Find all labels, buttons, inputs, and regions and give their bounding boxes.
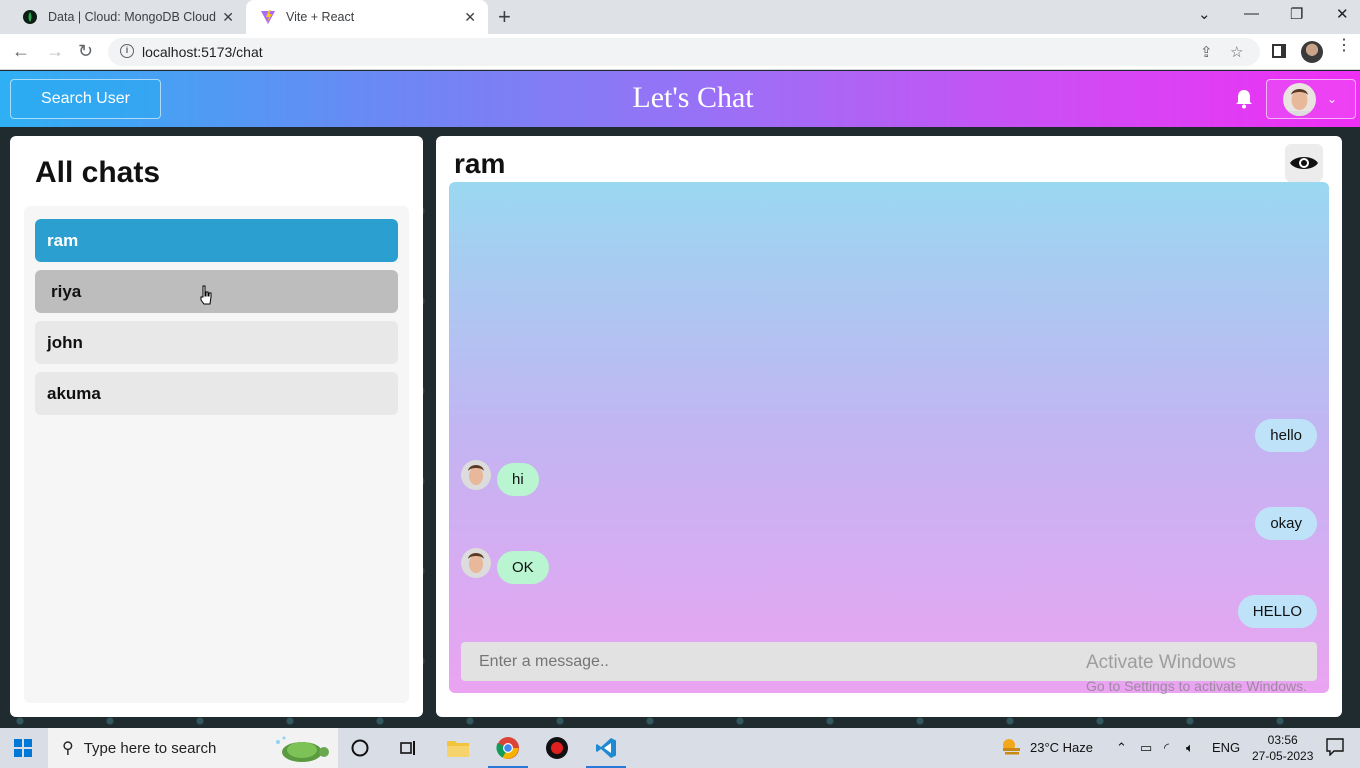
watermark-line-2: Go to Settings to activate Windows. (1086, 678, 1307, 694)
cortana-icon[interactable] (348, 736, 372, 760)
tab-search-chevron-icon[interactable]: ⌄ (1198, 5, 1211, 23)
mouse-pointer-icon (200, 285, 212, 305)
notification-center-icon[interactable] (1326, 738, 1344, 759)
chats-title: All chats (35, 156, 161, 189)
browser-tabstrip: Data | Cloud: MongoDB Cloud ✕ Vite + Rea… (0, 0, 1360, 34)
windows-start-icon[interactable] (14, 739, 32, 757)
message-text: OK (512, 559, 534, 576)
app-header: Search User Let's Chat ⌄ (0, 71, 1360, 127)
tab-close-icon[interactable]: ✕ (464, 9, 476, 25)
chevron-down-icon: ⌄ (1327, 92, 1338, 106)
browser-profile-avatar[interactable] (1301, 41, 1323, 63)
message-bubble-sent: hello (1255, 419, 1317, 452)
reload-icon[interactable]: ↻ (78, 41, 93, 62)
screen-recorder-icon[interactable] (545, 736, 569, 760)
chat-item-akuma[interactable]: akuma (35, 372, 398, 415)
weather-text[interactable]: 23°C Haze (1030, 740, 1093, 755)
browser-toolbar: ← → ↻ i localhost:5173/chat ⇪ ☆ ⋮ (0, 34, 1360, 70)
forward-arrow-icon[interactable]: → (46, 41, 64, 62)
message-bubble-sent: HELLO (1237, 595, 1317, 628)
browser-menu-icon[interactable]: ⋮ (1336, 38, 1352, 54)
windows-activation-watermark: Activate Windows Go to Settings to activ… (1086, 652, 1307, 694)
url-text[interactable]: localhost:5173/chat (142, 44, 263, 60)
language-indicator[interactable]: ENG (1212, 740, 1240, 755)
clock-time: 03:56 (1267, 733, 1298, 747)
app-page: Search User Let's Chat ⌄ All chats ram r… (0, 71, 1360, 728)
taskbar-search-placeholder: Type here to search (83, 739, 217, 757)
app-brand-title: Let's Chat (632, 81, 754, 114)
message-bubble-received: OK (497, 551, 549, 584)
sender-avatar (461, 548, 491, 578)
eye-icon (1290, 157, 1318, 169)
minimize-icon[interactable]: — (1244, 5, 1259, 22)
bookmark-star-icon[interactable]: ☆ (1230, 43, 1243, 61)
sender-avatar (461, 460, 491, 490)
profile-menu-button[interactable]: ⌄ (1266, 79, 1356, 119)
vscode-icon[interactable] (594, 736, 618, 760)
tab-close-icon[interactable]: ✕ (222, 9, 234, 25)
message-text: hello (1270, 427, 1302, 444)
chat-item-riya[interactable]: riya (35, 270, 398, 313)
chats-panel: All chats ram riya john akuma (10, 136, 423, 717)
battery-icon[interactable]: ▭ (1140, 740, 1152, 756)
turtle-doodle-icon (276, 736, 329, 762)
chat-item-john[interactable]: john (35, 321, 398, 364)
address-bar[interactable]: i localhost:5173/chat ⇪ ☆ (108, 38, 1260, 66)
browser-tab-mongodb[interactable]: Data | Cloud: MongoDB Cloud ✕ (8, 0, 246, 34)
browser-tab-vite[interactable]: Vite + React ✕ (246, 0, 488, 34)
messages-area: hello hi okay OK HELLO Activate (449, 182, 1329, 694)
search-user-button[interactable]: Search User (10, 79, 161, 119)
view-profile-button[interactable] (1285, 144, 1323, 182)
message-text: okay (1270, 515, 1302, 532)
taskbar-search-box[interactable]: ⚲ Type here to search (48, 728, 338, 768)
message-text: hi (512, 471, 524, 488)
chat-panel: ram hello hi okay OK HELLO Enter a messa… (436, 136, 1342, 717)
tab-title: Data | Cloud: MongoDB Cloud (48, 10, 216, 24)
search-icon: ⚲ (62, 740, 74, 757)
weather-icon[interactable] (1000, 736, 1022, 761)
watermark-line-1: Activate Windows (1086, 652, 1236, 673)
vite-logo-icon (260, 9, 276, 25)
chat-item-label: riya (51, 281, 82, 301)
chat-item-label: akuma (47, 383, 101, 403)
window-close-icon[interactable]: ✕ (1336, 5, 1349, 23)
back-arrow-icon[interactable]: ← (12, 41, 30, 62)
chat-item-ram[interactable]: ram (35, 219, 398, 262)
windows-taskbar: ⚲ Type here to search 23°C Haze ⌃ ▭ ◜ 🔈︎… (0, 728, 1360, 768)
show-hidden-icons-icon[interactable]: ⌃ (1116, 740, 1127, 756)
mongodb-leaf-icon (22, 9, 38, 25)
clock-date: 27-05-2023 (1252, 749, 1314, 763)
file-explorer-icon[interactable] (446, 736, 470, 760)
side-panel-icon[interactable] (1272, 44, 1286, 58)
system-clock[interactable]: 03:56 27-05-2023 (1252, 732, 1313, 764)
chats-list: ram riya john akuma (24, 206, 409, 703)
restore-icon[interactable]: ❐ (1290, 5, 1303, 23)
message-bubble-sent: okay (1255, 507, 1317, 540)
task-view-icon[interactable] (396, 736, 420, 760)
user-avatar (1283, 83, 1316, 116)
site-info-icon[interactable]: i (120, 44, 134, 58)
bell-icon[interactable] (1235, 89, 1253, 109)
chat-item-label: ram (47, 230, 79, 250)
message-text: HELLO (1252, 603, 1302, 620)
share-icon[interactable]: ⇪ (1200, 43, 1213, 61)
wifi-icon[interactable]: ◜ (1164, 740, 1169, 756)
message-bubble-received: hi (497, 463, 539, 496)
new-tab-icon[interactable]: + (498, 6, 511, 28)
chat-partner-name: ram (454, 148, 506, 179)
tab-title: Vite + React (286, 10, 355, 24)
chrome-icon[interactable] (496, 736, 520, 760)
volume-icon[interactable]: 🔈︎ (1186, 740, 1194, 756)
chat-item-label: john (47, 332, 83, 352)
